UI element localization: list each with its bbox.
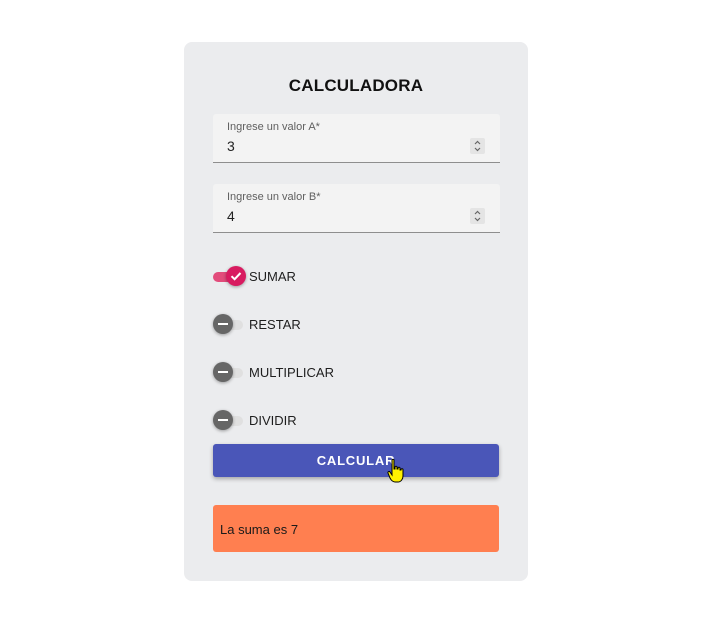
switch-sumar[interactable]: SUMAR [213,266,413,288]
calculator-title: CALCULADORA [288,76,424,95]
value-b-input[interactable]: 4 [227,208,235,224]
minus-icon[interactable] [213,362,233,382]
value-b-spinner-icon[interactable] [470,208,485,224]
switch-label: SUMAR [249,269,296,284]
value-a-label: Ingrese un valor A* [227,121,320,133]
value-a-field[interactable]: Ingrese un valor A* 3 [213,114,500,163]
result-box: La suma es 7 [213,505,499,552]
value-a-spinner-icon[interactable] [470,138,485,154]
switch-label: RESTAR [249,317,301,332]
switch-dividir[interactable]: DIVIDIR [213,410,413,432]
switch-multiplicar[interactable]: MULTIPLICAR [213,362,413,384]
minus-icon[interactable] [213,314,233,334]
check-icon[interactable] [226,266,246,286]
calculate-button[interactable]: CALCULAR [213,444,499,477]
switch-label: MULTIPLICAR [249,365,334,380]
calculator-card: CALCULADORA Ingrese un valor A* 3 Ingres… [184,42,528,581]
value-b-label: Ingrese un valor B* [227,191,321,203]
switch-label: DIVIDIR [249,413,297,428]
value-b-field[interactable]: Ingrese un valor B* 4 [213,184,500,233]
switch-restar[interactable]: RESTAR [213,314,413,336]
result-text: La suma es 7 [220,522,299,537]
value-a-input[interactable]: 3 [227,138,235,154]
hand-pointer-icon [387,458,404,483]
minus-icon[interactable] [213,410,233,430]
